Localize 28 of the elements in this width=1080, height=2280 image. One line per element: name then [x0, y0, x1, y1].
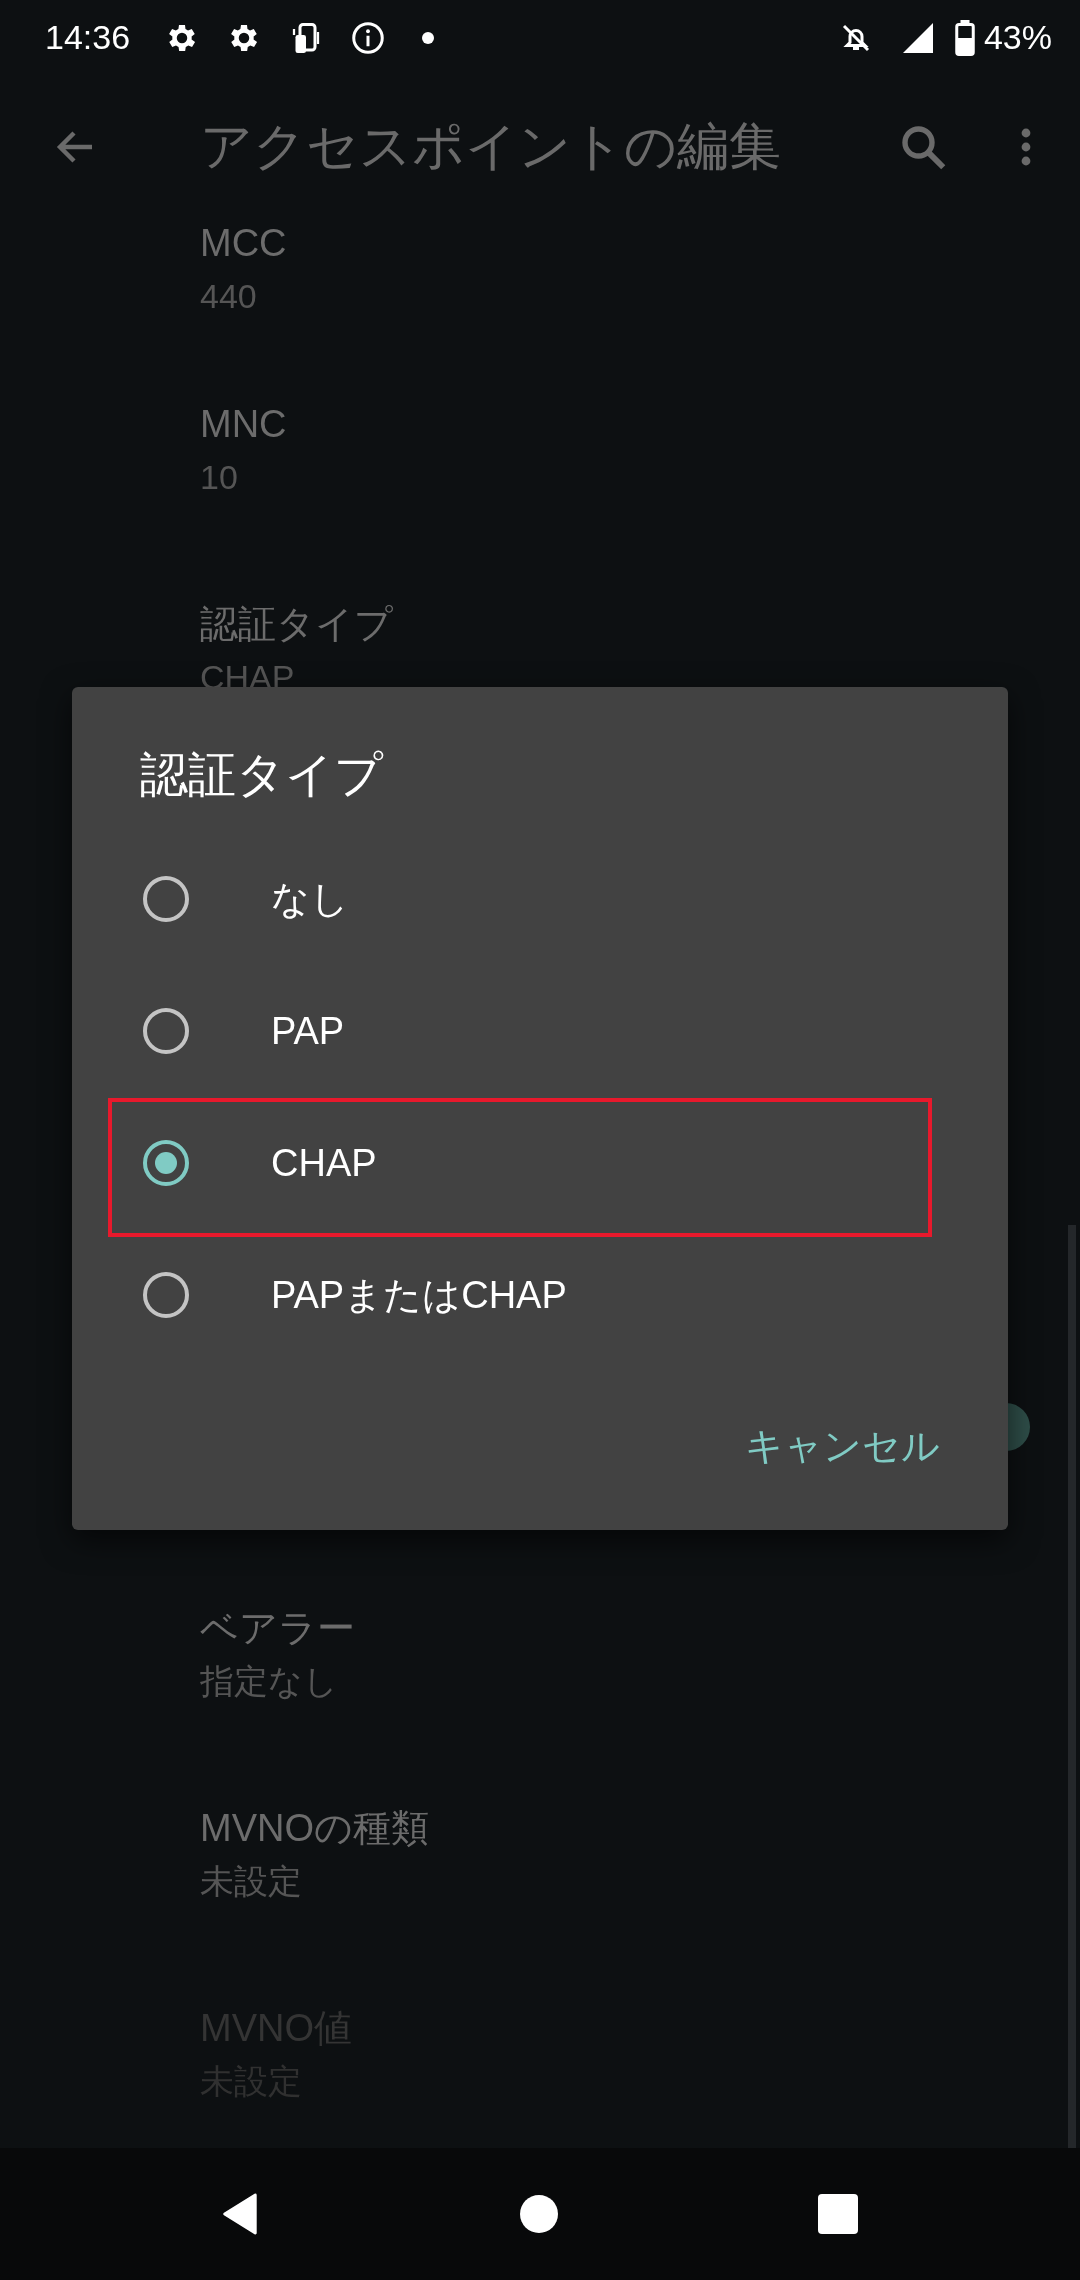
- home-icon[interactable]: [519, 2193, 559, 2235]
- battery-percent: 43%: [983, 18, 1052, 57]
- setting-label: ベアラー: [200, 1606, 356, 1651]
- option-label[interactable]: CHAP: [271, 1141, 377, 1185]
- screen-title: アクセスポイントの編集: [200, 115, 782, 177]
- radio-button[interactable]: [143, 1140, 189, 1186]
- option-label[interactable]: なし: [271, 873, 349, 925]
- recents-icon[interactable]: [818, 2193, 858, 2235]
- radio-button[interactable]: [143, 1272, 189, 1318]
- setting-value: 440: [200, 276, 258, 317]
- info-icon: [350, 19, 387, 56]
- setting-label: MCC: [200, 221, 288, 266]
- dot-icon: [422, 31, 435, 44]
- setting-label: MVNOの種類: [200, 1806, 430, 1851]
- back-icon[interactable]: [220, 2193, 260, 2235]
- option-label[interactable]: PAP: [271, 1009, 345, 1053]
- cancel-button[interactable]: キャンセル: [745, 1411, 940, 1482]
- status-time: 14:36: [45, 18, 131, 57]
- setting-value: 指定なし: [200, 1661, 339, 1702]
- radio-button[interactable]: [143, 876, 189, 922]
- radio-button[interactable]: [143, 1008, 189, 1054]
- setting-value: 10: [200, 457, 239, 498]
- option-label[interactable]: PAPまたはCHAP: [271, 1269, 567, 1321]
- dialog-title: 認証タイプ: [139, 747, 385, 803]
- setting-label: 認証タイプ: [200, 602, 394, 647]
- setting-value: 未設定: [200, 1861, 303, 1902]
- battery-icon: [953, 19, 976, 56]
- setting-label: MNC: [200, 402, 288, 447]
